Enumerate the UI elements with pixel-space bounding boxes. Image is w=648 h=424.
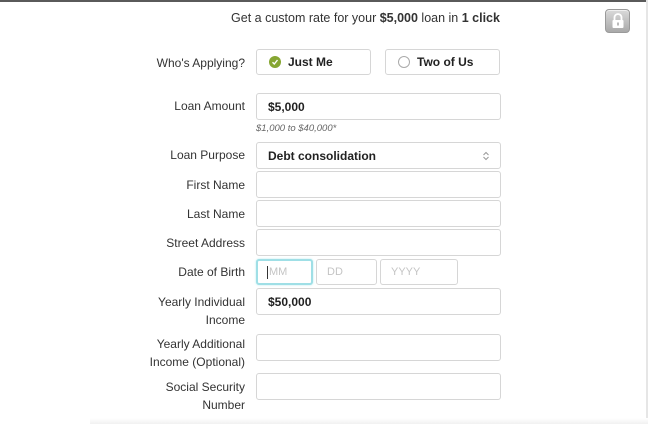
option-two-of-us[interactable]: Two of Us xyxy=(385,49,500,75)
applying-label: Who's Applying? xyxy=(156,56,245,70)
loan-amount-hint: $1,000 to $40,000* xyxy=(256,123,337,134)
first-name-label: First Name xyxy=(186,178,245,192)
loan-amount-label: Loan Amount xyxy=(174,99,245,113)
last-name-label: Last Name xyxy=(186,207,245,221)
option-just-me[interactable]: Just Me xyxy=(256,49,371,75)
dob-month-input[interactable]: MM xyxy=(256,259,313,285)
loan-amount-input[interactable]: $5,000 xyxy=(256,93,501,120)
additional-income-label: Yearly Additional Income (Optional) xyxy=(149,337,245,369)
dob-day-placeholder: DD xyxy=(327,266,343,278)
dob-year-placeholder: YYYY xyxy=(391,266,421,278)
ssn-label: Social Security Number xyxy=(165,380,245,412)
yearly-income-label: Yearly Individual Income xyxy=(158,295,245,327)
headline-amount: $5,000 xyxy=(379,11,418,25)
first-name-input[interactable] xyxy=(256,171,501,198)
window-top-border xyxy=(0,0,648,2)
street-address-label: Street Address xyxy=(166,236,245,250)
option-just-me-label: Just Me xyxy=(288,55,333,69)
bottom-shadow xyxy=(90,418,648,424)
loan-purpose-value: Debt consolidation xyxy=(268,148,376,163)
street-address-input[interactable] xyxy=(256,229,501,256)
last-name-input[interactable] xyxy=(256,200,501,227)
dob-month-placeholder: MM xyxy=(269,266,288,278)
radio-unchecked-icon xyxy=(398,56,410,68)
dob-day-input[interactable]: DD xyxy=(316,259,377,285)
headline-click: 1 click xyxy=(461,11,500,25)
headline: Get a custom rate for your $5,000 loan i… xyxy=(231,11,500,25)
dob-label: Date of Birth xyxy=(178,265,245,279)
loan-purpose-select[interactable]: Debt consolidation xyxy=(256,142,501,169)
select-arrows-icon xyxy=(483,151,489,161)
radio-checked-icon xyxy=(269,56,281,68)
lock-button[interactable] xyxy=(605,9,630,33)
yearly-income-input[interactable]: $50,000 xyxy=(256,288,501,315)
loan-purpose-label: Loan Purpose xyxy=(170,148,245,162)
ssn-input[interactable] xyxy=(256,373,501,400)
option-two-of-us-label: Two of Us xyxy=(417,55,474,69)
additional-income-input[interactable] xyxy=(256,334,501,361)
lock-icon xyxy=(612,13,623,28)
text-caret xyxy=(267,265,268,279)
dob-year-input[interactable]: YYYY xyxy=(380,259,458,285)
